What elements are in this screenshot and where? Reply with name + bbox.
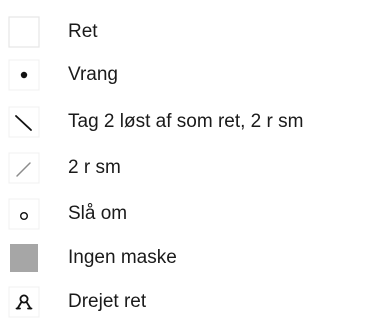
filled-gray-square-icon: [8, 242, 40, 274]
legend-label-ret: Ret: [68, 21, 98, 42]
legend-item-ingen-maske: Ingen maske: [0, 240, 373, 280]
legend-label-vrang: Vrang: [68, 64, 118, 85]
legend-label-2-r-sm: 2 r sm: [68, 157, 121, 178]
twisted-stitch-icon: [8, 286, 40, 318]
legend-label-sla-om: Slå om: [68, 203, 128, 224]
legend-item-tag-2-lost: Tag 2 løst af som ret, 2 r sm: [0, 104, 373, 144]
backslash-icon: [8, 106, 40, 138]
slash-icon: [8, 152, 40, 184]
legend-label-drejet-ret: Drejet ret: [68, 291, 147, 312]
legend-label-ingen-maske: Ingen maske: [68, 247, 177, 268]
dot-icon: [8, 59, 40, 91]
legend-item-2-r-sm: 2 r sm: [0, 150, 373, 190]
legend-item-ret: Ret: [0, 14, 373, 54]
knitting-chart-legend: Ret Vrang Tag 2 løst af som ret, 2 r sm …: [0, 0, 373, 334]
small-circle-icon: [8, 198, 40, 230]
legend-item-vrang: Vrang: [0, 57, 373, 97]
legend-item-sla-om: Slå om: [0, 196, 373, 236]
legend-label-tag-2-lost: Tag 2 løst af som ret, 2 r sm: [68, 111, 304, 132]
empty-square-icon: [8, 16, 40, 48]
legend-item-drejet-ret: Drejet ret: [0, 284, 373, 324]
